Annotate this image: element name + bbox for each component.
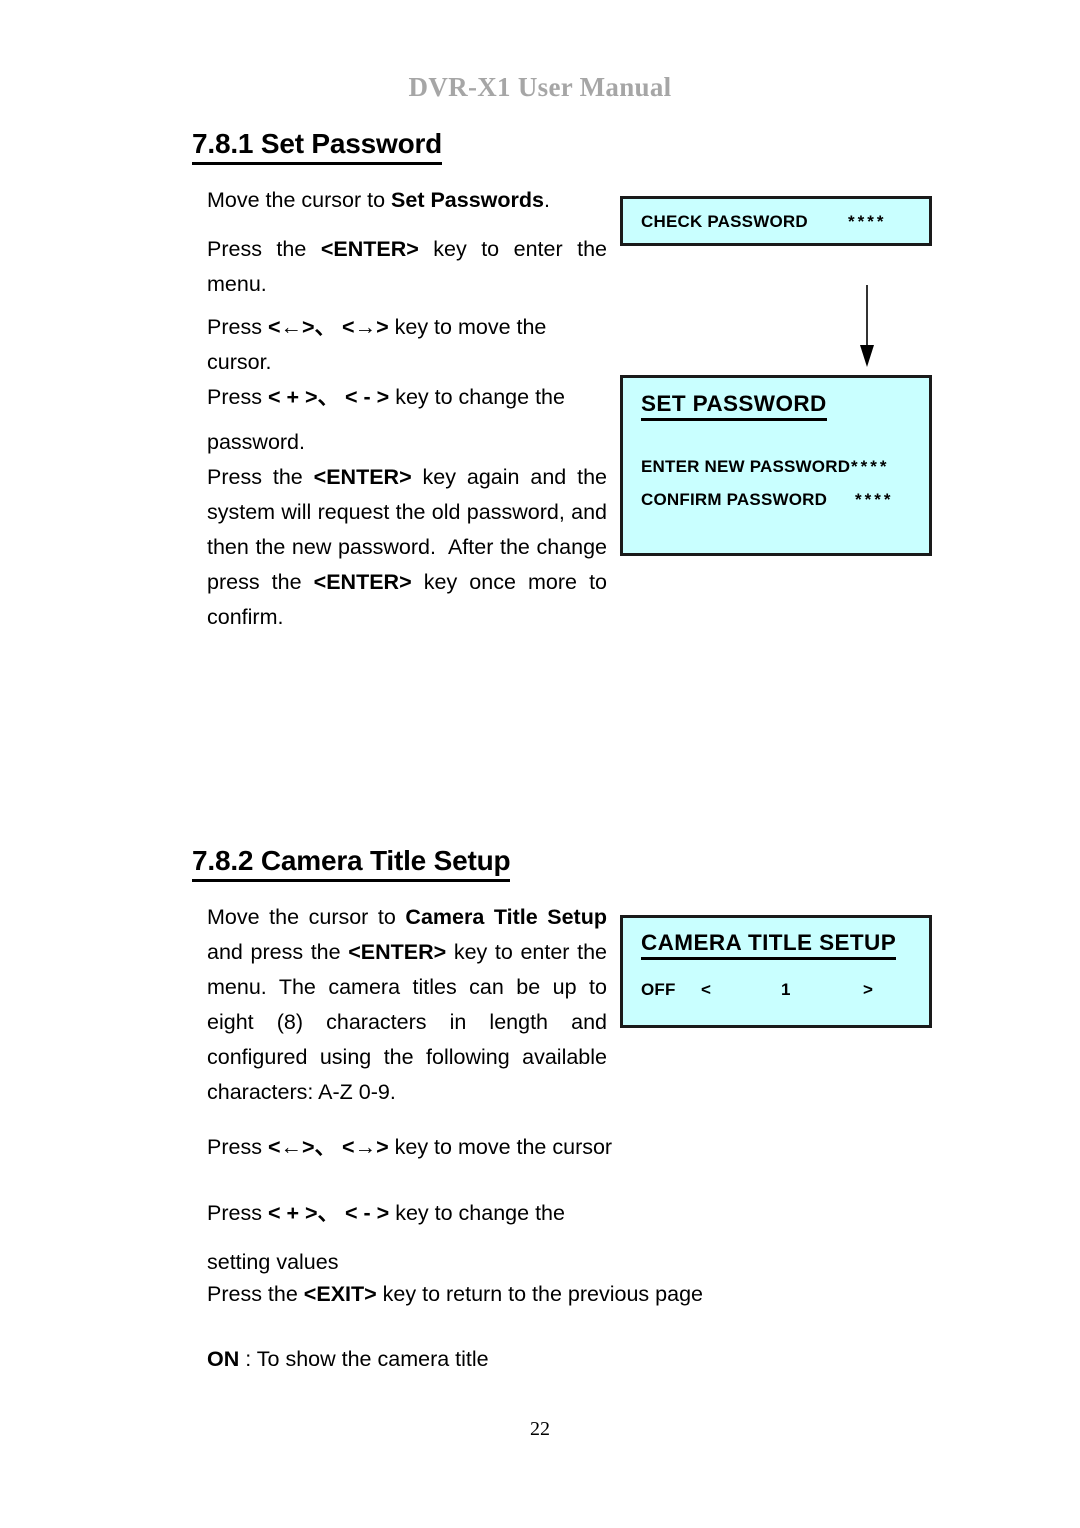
- section-heading-7-8-1: 7.8.1 Set Password: [192, 128, 442, 165]
- set-password-title: SET PASSWORD: [641, 391, 827, 421]
- lcd-panel-set-password: SET PASSWORD ENTER NEW PASSWORD **** CON…: [620, 375, 932, 556]
- text-and-press-the: and press the: [207, 940, 349, 964]
- text-press-3: Press: [207, 1135, 268, 1159]
- camera-channel-number: 1: [781, 980, 791, 999]
- set-password-title-underline: [641, 418, 827, 421]
- arrow-head: [860, 345, 874, 367]
- paragraph-press-plus-minus-change: Press < + >、 < - > key to change the: [207, 380, 607, 415]
- text-press: Press: [207, 315, 268, 339]
- text-setting-values: setting values: [207, 1250, 339, 1274]
- section-heading-7-8-2: 7.8.2 Camera Title Setup: [192, 845, 511, 882]
- text-move-cursor-suffix-3: key to move the cursor: [388, 1135, 613, 1159]
- text-move-cursor-prefix-2: Move the cursor to: [207, 905, 406, 929]
- paragraph-on-show-camera-title: ON : To show the camera title: [207, 1342, 737, 1377]
- text-show-camera-title: : To show the camera title: [239, 1347, 489, 1371]
- paragraph-move-cursor-set-passwords: Move the cursor to Set Passwords.: [207, 183, 607, 218]
- heading-underline: [192, 162, 443, 165]
- text-camera-title-body: key to enter the menu. The camera titles…: [207, 940, 607, 1104]
- text-move-cursor-suffix: .: [544, 188, 550, 212]
- check-password-value: ****: [848, 212, 887, 231]
- section-heading-7-8-1-text: 7.8.1 Set Password: [192, 128, 443, 159]
- confirm-password-label: CONFIRM PASSWORD: [641, 490, 828, 509]
- text-change-the-suffix: key to change the: [389, 385, 565, 409]
- text-press-the: Press the: [207, 237, 321, 261]
- text-camera-title-setup-bold: Camera Title Setup: [405, 905, 607, 929]
- text-press-the-3: Press the: [207, 1282, 304, 1306]
- camera-title-state-value: OFF: [641, 980, 676, 999]
- paragraph-press-enter-to-enter-menu: Press the <ENTER> key to enter the menu.: [207, 232, 607, 302]
- set-password-title-text: SET PASSWORD: [641, 391, 827, 416]
- confirm-password-value: ****: [855, 490, 894, 509]
- down-arrow-icon: [860, 285, 874, 370]
- key-plus-minus-bold: < + >、 < - >: [267, 385, 390, 409]
- lcd-panel-check-password: CHECK PASSWORD ****: [620, 196, 932, 246]
- text-set-passwords-bold: Set Passwords: [391, 188, 544, 212]
- key-enter-bold: <ENTER>: [320, 237, 419, 261]
- key-arrows-bold-2: <←>、 <→>: [267, 1135, 389, 1159]
- text-press-the-2: Press the: [207, 465, 314, 489]
- chevron-right-icon[interactable]: >: [863, 980, 873, 1000]
- text-move-cursor-prefix: Move the cursor to: [207, 188, 392, 212]
- text-password-line: password.: [207, 430, 305, 454]
- camera-title-setup-underline: [641, 957, 897, 960]
- enter-new-password-value: ****: [851, 457, 890, 476]
- text-on-bold: ON: [207, 1347, 240, 1371]
- paragraph-password-confirm-block: password. Press the <ENTER> key again an…: [207, 425, 607, 635]
- check-password-label: CHECK PASSWORD: [641, 212, 808, 231]
- paragraph-press-arrows-move-cursor-2: Press <←>、 <→> key to move the cursor: [207, 1130, 737, 1165]
- paragraph-press-exit: Press the <EXIT> key to return to the pr…: [207, 1277, 737, 1312]
- paragraph-press-arrows-move-cursor: Press <←>、 <→> key to move the cursor.: [207, 310, 607, 380]
- text-press-2: Press: [207, 385, 268, 409]
- chevron-left-icon[interactable]: <: [701, 980, 711, 1000]
- paragraph-setting-values: setting values: [207, 1245, 737, 1280]
- key-enter-bold-4: <ENTER>: [348, 940, 447, 964]
- paragraph-press-plus-minus-change-2: Press < + >、 < - > key to change the: [207, 1196, 737, 1231]
- key-enter-bold-2: <ENTER>: [313, 465, 412, 489]
- text-press-4: Press: [207, 1201, 268, 1225]
- paragraph-camera-title-intro: Move the cursor to Camera Title Setup an…: [207, 900, 607, 1110]
- key-plus-minus-bold-2: < + >、 < - >: [267, 1201, 390, 1225]
- section-heading-7-8-2-text: 7.8.2 Camera Title Setup: [192, 845, 511, 876]
- camera-title-setup-title-text: CAMERA TITLE SETUP: [641, 930, 897, 955]
- text-return-previous-page: key to return to the previous page: [376, 1282, 703, 1306]
- page-number: 22: [530, 1418, 550, 1440]
- manual-page: DVR-X1 User Manual 7.8.1 Set Password Mo…: [0, 0, 1080, 1528]
- heading-underline-2: [192, 879, 511, 882]
- lcd-panel-camera-title-setup: CAMERA TITLE SETUP OFF < 1 >: [620, 915, 932, 1028]
- camera-title-setup-title: CAMERA TITLE SETUP: [641, 930, 897, 960]
- key-arrows-bold: <←>、 <→>: [267, 315, 389, 339]
- key-exit-bold: <EXIT>: [303, 1282, 377, 1306]
- enter-new-password-label: ENTER NEW PASSWORD: [641, 457, 851, 476]
- text-change-the-suffix-2: key to change the: [389, 1201, 565, 1225]
- arrow-shaft: [866, 285, 868, 349]
- running-header: DVR-X1 User Manual: [408, 72, 672, 102]
- key-enter-bold-3: <ENTER>: [313, 570, 412, 594]
